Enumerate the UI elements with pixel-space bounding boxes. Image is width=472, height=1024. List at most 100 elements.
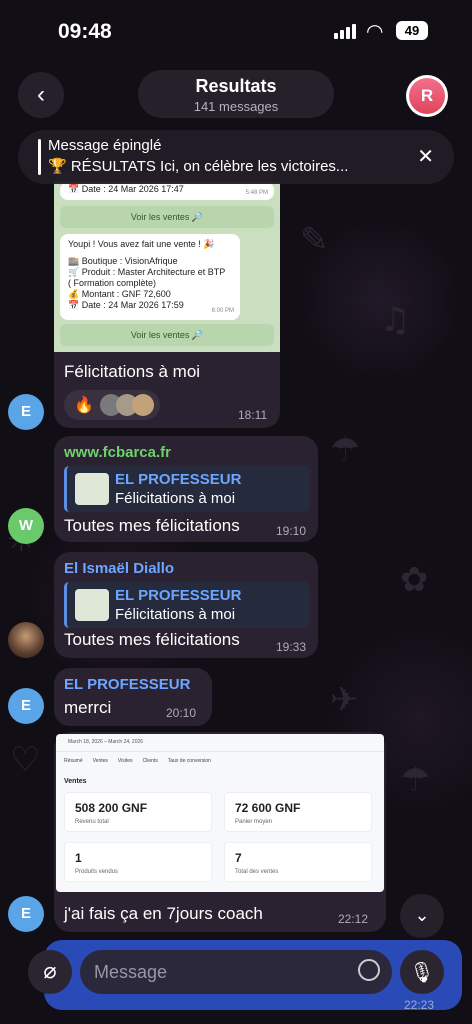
chevron-left-icon: ‹ (37, 81, 45, 108)
doodle-icon: ✈ (330, 680, 359, 720)
avatar-letter: R (409, 78, 445, 114)
microphone-button[interactable]: 🎙 (400, 950, 444, 994)
message-image[interactable]: 📅 Date : 24 Mar 2026 17:47 5:48 PM Voir … (54, 182, 280, 352)
sender-name[interactable]: www.fcbarca.fr (64, 444, 171, 461)
paperclip-icon: ⌀ (43, 959, 57, 984)
pinned-message[interactable]: Message épinglé 🏆 RÉSULTATS Ici, on célè… (18, 130, 454, 184)
sale-card-time: 6:00 PM (211, 308, 234, 314)
message-time: 22:12 (338, 912, 369, 926)
microphone-icon: 🎙 (409, 960, 435, 984)
doodle-icon: ♫ (380, 300, 411, 340)
reply-quote[interactable]: EL PROFESSEUR Félicitations à moi (64, 466, 310, 512)
battery-icon: 49 (396, 21, 428, 40)
message-text: Félicitations à moi (64, 362, 201, 381)
tab-label: Visites (117, 758, 133, 764)
view-sales-button: Voir les ventes 🔎 (60, 324, 274, 346)
dashboard-tabs: Résumé Ventes Visites Clients Taux de co… (64, 758, 211, 764)
quote-author: EL PROFESSEUR (115, 587, 242, 604)
message-time: 20:10 (166, 706, 197, 720)
message-bubble[interactable]: EL PROFESSEUR merrci 20:10 (54, 668, 212, 726)
quote-text: Félicitations à moi (115, 490, 236, 507)
sale-line: 📅 Date : 24 Mar 2026 17:59 (68, 300, 184, 310)
sale-card: Youpi ! Vous avez fait une vente ! 🎉 🏬 B… (60, 234, 240, 320)
chevron-down-icon: ⌄ (414, 905, 430, 926)
quote-thumbnail (75, 473, 109, 505)
sale-line: 🛒 Produit : Master Architecture et BTP (68, 267, 226, 277)
kpi-value: 7 (235, 851, 242, 865)
doodle-icon: ✿ (400, 560, 429, 600)
message-time: 18:11 (238, 408, 268, 422)
kpi-label: Revenu total (75, 819, 109, 825)
sender-name[interactable]: El Ismaël Diallo (64, 560, 174, 577)
view-sales-button: Voir les ventes 🔎 (60, 206, 274, 228)
sale-line: ( Formation complète) (68, 278, 157, 288)
sale-line: Youpi ! Vous avez fait une vente ! 🎉 (68, 239, 215, 249)
dashboard-toolbar: March 18, 2026 – March 24, 2026 (56, 734, 384, 752)
reply-quote[interactable]: EL PROFESSEUR Félicitations à moi (64, 582, 310, 628)
fire-icon: 🔥 (74, 395, 94, 414)
close-icon[interactable]: ✕ (417, 144, 434, 168)
kpi-card: 7 Total des ventes (224, 842, 372, 882)
avatar[interactable] (8, 622, 44, 658)
kpi-card: 1 Produits vendus (64, 842, 212, 882)
sticker-icon[interactable] (358, 959, 380, 981)
sale-date: 📅 Date : 24 Mar 2026 17:47 (68, 184, 184, 194)
doodle-icon: ☂ (400, 760, 431, 800)
message-text: Toutes mes félicitations (64, 630, 240, 649)
attach-button[interactable]: ⌀ (28, 950, 72, 994)
kpi-card: 72 600 GNF Panier moyen (224, 792, 372, 832)
message-time: 19:10 (276, 524, 307, 538)
doodle-icon: ♡ (10, 740, 41, 780)
wifi-icon: ◠ (366, 19, 384, 43)
sale-card-top: 📅 Date : 24 Mar 2026 17:47 5:48 PM (60, 182, 274, 200)
doodle-icon: ☂ (330, 430, 361, 470)
message-input[interactable]: Message (80, 950, 392, 994)
kpi-value: 1 (75, 851, 82, 865)
kpi-label: Produits vendus (75, 869, 119, 875)
message-text: merrci (64, 698, 112, 717)
pinned-indicator (38, 139, 41, 175)
reaction-chip[interactable]: 🔥 (64, 390, 160, 420)
message-image[interactable]: March 18, 2026 – March 24, 2026 Résumé V… (56, 734, 384, 892)
message-count: 141 messages (193, 99, 279, 114)
tab-label: Clients (142, 758, 158, 764)
avatar (132, 394, 154, 416)
scroll-down-button[interactable]: ⌄ (400, 894, 444, 938)
kpi-label: Panier moyen (235, 819, 273, 825)
chat-title[interactable]: Resultats 141 messages (138, 70, 334, 118)
avatar[interactable]: W (8, 508, 44, 544)
chat-name: Resultats (195, 76, 277, 96)
sale-line: 🏬 Boutique : VisionAfrique (68, 256, 178, 266)
clock: 09:48 (58, 20, 112, 43)
quote-thumbnail (75, 589, 109, 621)
status-bar: 09:48 ◠ 49 (0, 0, 472, 62)
kpi-value: 72 600 GNF (235, 801, 301, 815)
quote-text: Félicitations à moi (115, 606, 236, 623)
pinned-text: 🏆 RÉSULTATS Ici, on célèbre les victoire… (48, 158, 349, 175)
tab-label: Résumé (64, 758, 83, 764)
kpi-card: 508 200 GNF Revenu total (64, 792, 212, 832)
avatar[interactable]: E (8, 394, 44, 430)
section-title: Ventes (64, 778, 87, 785)
signal-icon (334, 24, 356, 39)
message-time: 19:33 (276, 640, 307, 654)
back-button[interactable]: ‹ (18, 72, 64, 118)
doodle-icon: ✎ (300, 220, 329, 260)
kpi-value: 508 200 GNF (75, 801, 148, 815)
avatar[interactable]: E (8, 896, 44, 932)
tab-label: Taux de conversion (167, 758, 211, 764)
kpi-label: Total des ventes (235, 869, 279, 875)
quote-author: EL PROFESSEUR (115, 471, 242, 488)
message-time: 22:23 (404, 998, 435, 1012)
pinned-label: Message épinglé (48, 137, 162, 154)
message-bubble[interactable]: www.fcbarca.fr EL PROFESSEUR Félicitatio… (54, 436, 318, 542)
message-text: j'ai fais ça en 7jours coach (64, 904, 263, 923)
message-bubble[interactable]: El Ismaël Diallo EL PROFESSEUR Félicitat… (54, 552, 318, 658)
tab-label: Ventes (92, 758, 108, 764)
message-placeholder: Message (94, 962, 168, 982)
message-text: Toutes mes félicitations (64, 516, 240, 535)
avatar[interactable]: E (8, 688, 44, 724)
sender-name[interactable]: EL PROFESSEUR (64, 676, 190, 693)
group-avatar[interactable]: R (406, 75, 448, 117)
sale-line: 💰 Montant : GNF 72,600 (68, 289, 171, 299)
